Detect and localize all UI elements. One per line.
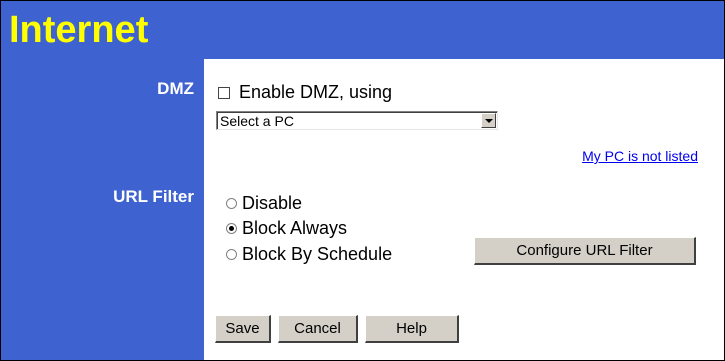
page-title: Internet xyxy=(9,9,149,51)
save-button[interactable]: Save xyxy=(215,315,271,343)
radio-block-by-schedule[interactable] xyxy=(226,249,237,260)
configure-url-filter-button[interactable]: Configure URL Filter xyxy=(474,237,696,265)
settings-content: Enable DMZ, using Select a PC My PC is n… xyxy=(204,59,724,360)
dmz-pc-select-value: Select a PC xyxy=(220,113,294,129)
dmz-pc-select[interactable]: Select a PC xyxy=(216,111,498,130)
radio-block-always-label: Block Always xyxy=(242,218,348,238)
pc-not-listed-link[interactable]: My PC is not listed xyxy=(582,148,698,164)
dmz-section-label: DMZ xyxy=(157,79,194,98)
router-settings-panel: Internet DMZ URL Filter Enable DMZ, usin… xyxy=(0,0,725,361)
section-label-column: DMZ URL Filter xyxy=(1,59,204,360)
radio-disable[interactable] xyxy=(226,198,237,209)
radio-disable-label: Disable xyxy=(242,193,303,213)
help-button[interactable]: Help xyxy=(365,315,459,343)
cancel-button[interactable]: Cancel xyxy=(278,315,358,343)
url-filter-section-label: URL Filter xyxy=(113,187,194,206)
enable-dmz-checkbox[interactable] xyxy=(218,86,230,99)
enable-dmz-label: Enable DMZ, using xyxy=(239,82,393,102)
radio-block-by-schedule-label: Block By Schedule xyxy=(242,244,393,264)
enable-dmz-row[interactable]: Enable DMZ, using xyxy=(218,82,392,103)
chevron-down-icon[interactable] xyxy=(481,113,496,128)
radio-block-always[interactable] xyxy=(226,223,237,234)
page-header: Internet xyxy=(1,1,724,59)
url-filter-option-block-always[interactable]: Block Always xyxy=(226,218,347,239)
url-filter-option-disable[interactable]: Disable xyxy=(226,193,302,214)
url-filter-option-block-by-schedule[interactable]: Block By Schedule xyxy=(226,244,392,265)
